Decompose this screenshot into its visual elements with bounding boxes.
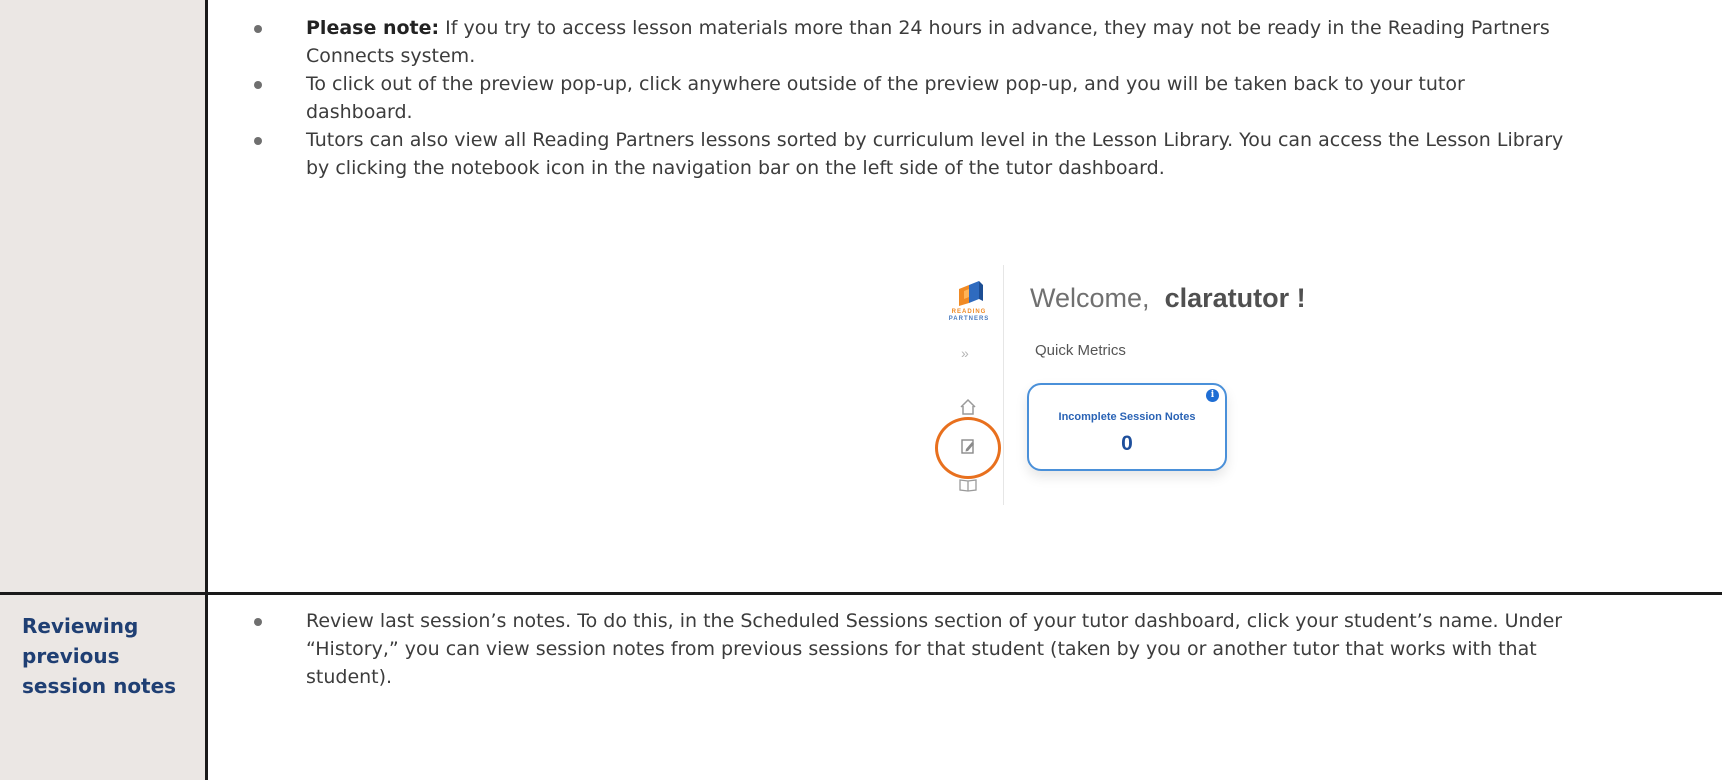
bullet-text: To click out of the preview pop-up, clic… [306, 73, 1465, 123]
bullet-dot [254, 81, 262, 89]
home-icon[interactable] [958, 397, 978, 417]
row-1-bullet-list: Please note: If you try to access lesson… [254, 14, 1564, 182]
reading-partners-logo-icon [959, 281, 983, 306]
content-table: Please note: If you try to access lesson… [0, 0, 1722, 780]
dashboard-sidebar: READING PARTNERS » [935, 265, 1004, 505]
book-icon[interactable] [958, 475, 978, 495]
bullet-text: If you try to access lesson materials mo… [306, 17, 1550, 67]
expand-sidebar-icon[interactable]: » [961, 345, 969, 361]
bullet-click-out: To click out of the preview pop-up, clic… [254, 70, 1564, 126]
dashboard-screenshot: READING PARTNERS » Welcome, claratutor ! [935, 265, 1385, 505]
row-2-bullet-list: Review last session’s notes. To do this,… [254, 607, 1564, 691]
quick-metrics-label: Quick Metrics [1035, 342, 1126, 359]
bullet-text: Review last session’s notes. To do this,… [306, 610, 1563, 688]
welcome-heading: Welcome, claratutor ! [1030, 283, 1306, 313]
incomplete-session-notes-card[interactable]: i Incomplete Session Notes 0 [1027, 383, 1227, 471]
info-icon[interactable]: i [1206, 389, 1219, 402]
bullet-lesson-library: Tutors can also view all Reading Partner… [254, 126, 1564, 182]
bullet-please-note: Please note: If you try to access lesson… [254, 14, 1564, 70]
username: claratutor ! [1164, 283, 1306, 313]
notebook-highlight-ring [935, 417, 1001, 479]
bullet-review-notes: Review last session’s notes. To do this,… [254, 607, 1564, 691]
row-1-content-cell: Please note: If you try to access lesson… [208, 0, 1722, 595]
row-2-label-cell: Reviewing previous session notes [0, 595, 208, 780]
bullet-dot [254, 25, 262, 33]
logo-wordmark: READING PARTNERS [948, 309, 990, 322]
bullet-bold-prefix: Please note: [306, 17, 440, 39]
bullet-dot [254, 618, 262, 626]
row-2-label: Reviewing previous session notes [22, 614, 177, 698]
bullet-dot [254, 137, 262, 145]
row-1-label-cell [0, 0, 208, 595]
row-2-content-cell: Review last session’s notes. To do this,… [208, 595, 1722, 780]
bullet-text: Tutors can also view all Reading Partner… [306, 129, 1564, 179]
card-title: Incomplete Session Notes [1058, 411, 1196, 423]
card-value: 0 [1121, 432, 1133, 455]
